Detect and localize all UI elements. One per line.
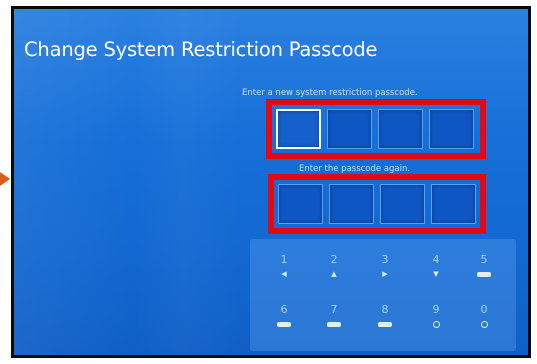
- keypad-digit: 4: [432, 253, 440, 266]
- keypad-key-9[interactable]: 9: [416, 303, 456, 347]
- dpad-left-icon: ◀: [281, 270, 287, 278]
- new-passcode-digit-2[interactable]: [327, 109, 372, 149]
- keypad-digit: 5: [480, 253, 488, 266]
- r2-button-icon: [378, 322, 392, 327]
- keypad-key-8[interactable]: 8: [365, 303, 405, 347]
- keypad-digit: 0: [480, 303, 488, 316]
- keypad-key-0[interactable]: 0: [464, 303, 504, 347]
- keypad-key-2[interactable]: 2 ▲: [314, 253, 354, 297]
- new-passcode-digit-3[interactable]: [378, 109, 423, 149]
- keypad-key-4[interactable]: 4 ▼: [416, 253, 456, 297]
- keypad-key-7[interactable]: 7: [314, 303, 354, 347]
- page-title: Change System Restriction Passcode: [24, 38, 378, 61]
- confirm-passcode-digit-1[interactable]: [278, 184, 323, 224]
- confirm-passcode-row: [268, 174, 486, 234]
- dpad-up-icon: ▲: [331, 270, 337, 278]
- keypad-key-6[interactable]: 6: [264, 303, 304, 347]
- keypad-digit: 8: [381, 303, 389, 316]
- l2-button-icon: [327, 322, 341, 327]
- keypad-digit: 7: [330, 303, 338, 316]
- confirm-passcode-digit-3[interactable]: [380, 184, 425, 224]
- new-passcode-digit-4[interactable]: [429, 109, 474, 149]
- keypad-digit: 6: [280, 303, 288, 316]
- new-passcode-row: [266, 99, 486, 159]
- passcode-keypad: 1 ◀ 2 ▲ 3 ▶ 4 ▼ 5 6 7 8 9 0: [250, 239, 516, 351]
- keypad-digit: 1: [280, 253, 288, 266]
- keypad-key-1[interactable]: 1 ◀: [264, 253, 304, 297]
- l1-button-icon: [277, 322, 291, 327]
- confirm-passcode-digit-4[interactable]: [431, 184, 476, 224]
- triangle-button-icon: [432, 321, 440, 328]
- keypad-digit: 9: [432, 303, 440, 316]
- keypad-key-3[interactable]: 3 ▶: [365, 253, 405, 297]
- dpad-down-icon: ▼: [433, 270, 439, 278]
- r1-button-icon: [477, 272, 491, 277]
- keypad-digit: 3: [381, 253, 389, 266]
- dpad-right-icon: ▶: [382, 270, 388, 278]
- new-passcode-prompt: Enter a new system restriction passcode.: [242, 88, 418, 98]
- keypad-key-5[interactable]: 5: [464, 253, 504, 297]
- square-button-icon: [480, 321, 488, 328]
- ps4-screen: Change System Restriction Passcode Enter…: [11, 6, 531, 358]
- keypad-digit: 2: [330, 253, 338, 266]
- confirm-passcode-digit-2[interactable]: [329, 184, 374, 224]
- new-passcode-digit-1[interactable]: [276, 109, 321, 149]
- confirm-passcode-prompt: Enter the passcode again.: [299, 164, 411, 174]
